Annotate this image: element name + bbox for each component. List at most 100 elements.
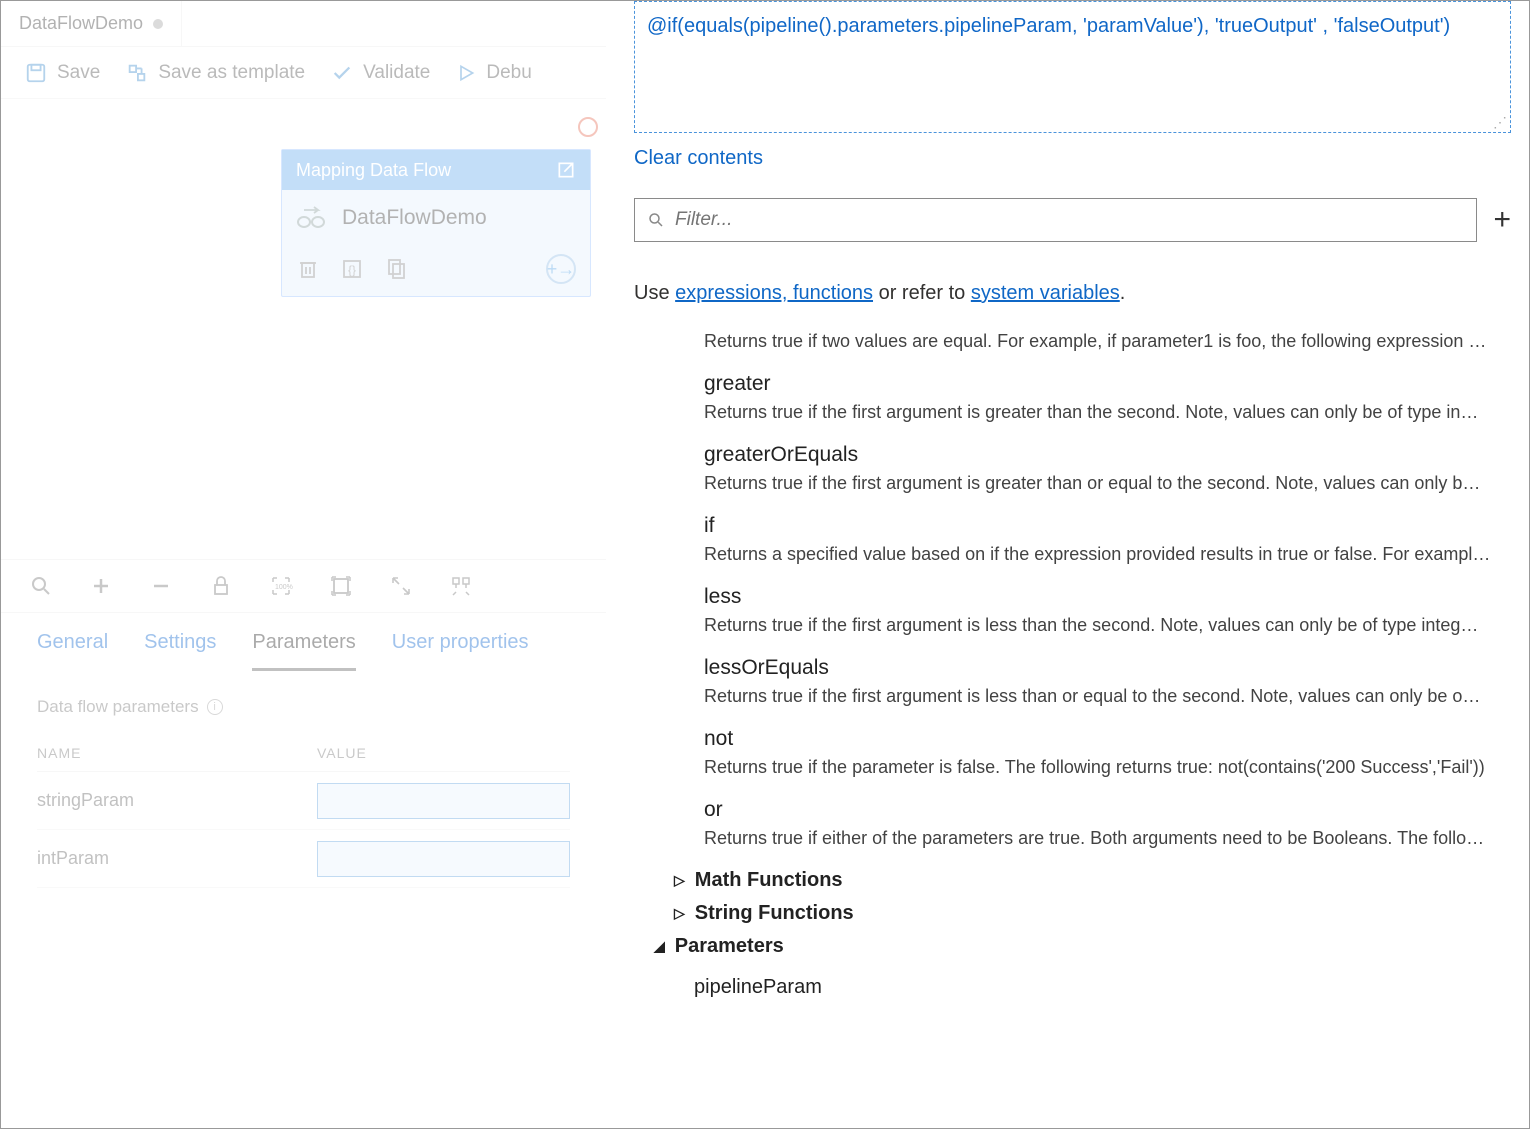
param-row: stringParam (37, 772, 570, 830)
param-name: intParam (37, 848, 317, 869)
info-icon[interactable]: i (207, 699, 223, 715)
add-button[interactable]: + (1493, 205, 1511, 235)
expressions-functions-link[interactable]: expressions, functions (675, 282, 873, 304)
system-variables-link[interactable]: system variables (971, 282, 1120, 304)
function-name: less (704, 585, 1511, 609)
function-list: Returns true if two values are equal. Fo… (634, 331, 1511, 999)
clear-contents-link[interactable]: Clear contents (634, 147, 763, 170)
lock-icon[interactable] (209, 574, 233, 598)
copy-icon[interactable] (384, 257, 408, 281)
activity-actions: {} +→ (296, 254, 576, 284)
activity-card[interactable]: Mapping Data Flow DataFlowDemo {} +→ (281, 149, 591, 297)
svg-text:{}: {} (348, 263, 356, 277)
function-desc: Returns true if the first argument is gr… (704, 402, 1511, 423)
function-name: lessOrEquals (704, 656, 1511, 680)
add-output-button[interactable]: +→ (546, 254, 576, 284)
error-indicator-icon (578, 117, 598, 137)
col-name: NAME (37, 745, 317, 761)
help-text: Use expressions, functions or refer to s… (634, 282, 1511, 305)
param-name: stringParam (37, 790, 317, 811)
activity-tabs: General Settings Parameters User propert… (1, 613, 606, 671)
dataflow-icon (296, 206, 326, 230)
function-item[interactable]: if Returns a specified value based on if … (704, 514, 1511, 565)
activity-body: DataFlowDemo {} +→ (282, 190, 590, 296)
save-template-button[interactable]: Save as template (126, 62, 305, 84)
validate-button[interactable]: Validate (331, 62, 430, 84)
autolayout-icon[interactable] (449, 574, 473, 598)
function-desc: Returns true if two values are equal. Fo… (704, 331, 1511, 352)
function-name: not (704, 727, 1511, 751)
pipeline-canvas[interactable]: Mapping Data Flow DataFlowDemo {} +→ (1, 99, 606, 559)
function-desc: Returns true if the first argument is le… (704, 615, 1511, 636)
category-string[interactable]: ▷String Functions (674, 902, 1511, 925)
col-value: VALUE (317, 745, 570, 761)
function-desc: Returns a specified value based on if th… (704, 544, 1511, 565)
function-desc: Returns true if the first argument is le… (704, 686, 1511, 707)
function-name: or (704, 798, 1511, 822)
parameters-section: Data flow parameters i NAME VALUE string… (1, 671, 606, 914)
code-icon[interactable]: {} (340, 257, 364, 281)
function-desc: Returns true if the first argument is gr… (704, 473, 1511, 494)
debug-label: Debu (486, 62, 531, 84)
param-pipelineparam[interactable]: pipelineParam (694, 976, 1511, 999)
function-desc: Returns true if either of the parameters… (704, 828, 1511, 849)
activity-name: DataFlowDemo (342, 206, 487, 230)
function-item[interactable]: not Returns true if the parameter is fals… (704, 727, 1511, 778)
tab-title: DataFlowDemo (19, 13, 143, 34)
fullscreen-icon[interactable] (389, 574, 413, 598)
expression-input[interactable]: @if(equals(pipeline().parameters.pipelin… (634, 1, 1511, 133)
debug-button[interactable]: Debu (456, 62, 531, 84)
pipeline-toolbar: Save Save as template Validate Debu (1, 47, 606, 99)
param-row: intParam (37, 830, 570, 888)
function-name: greaterOrEquals (704, 443, 1511, 467)
designer-pane: DataFlowDemo Save Save as template Valid… (1, 1, 606, 1128)
search-icon[interactable] (29, 574, 53, 598)
svg-text:100%: 100% (275, 584, 293, 591)
function-item[interactable]: greaterOrEquals Returns true if the first… (704, 443, 1511, 494)
function-name: greater (704, 372, 1511, 396)
tab-parameters[interactable]: Parameters (252, 631, 355, 671)
zoom-in-icon[interactable] (89, 574, 113, 598)
dirty-indicator-icon (153, 19, 163, 29)
parameters-title: Data flow parameters i (37, 697, 570, 717)
tab-strip: DataFlowDemo (1, 1, 606, 47)
play-icon (456, 63, 476, 83)
filter-box[interactable] (634, 198, 1477, 242)
save-template-label: Save as template (158, 62, 305, 84)
function-item[interactable]: greater Returns true if the first argumen… (704, 372, 1511, 423)
search-icon (647, 211, 665, 229)
activity-header: Mapping Data Flow (282, 150, 590, 190)
function-name: if (704, 514, 1511, 538)
chevron-right-icon: ▷ (674, 905, 685, 922)
category-parameters[interactable]: ◢Parameters (654, 935, 1511, 958)
open-external-icon[interactable] (556, 160, 576, 180)
validate-label: Validate (363, 62, 430, 84)
category-math[interactable]: ▷Math Functions (674, 869, 1511, 892)
function-item[interactable]: less Returns true if the first argument i… (704, 585, 1511, 636)
fit-screen-icon[interactable] (329, 574, 353, 598)
tab-settings[interactable]: Settings (144, 631, 216, 671)
tab-general[interactable]: General (37, 631, 108, 671)
tab-dataflowdemo[interactable]: DataFlowDemo (1, 1, 182, 46)
canvas-toolbar: 100% (1, 559, 606, 613)
delete-icon[interactable] (296, 257, 320, 281)
save-button[interactable]: Save (25, 62, 100, 84)
activity-type-label: Mapping Data Flow (296, 160, 451, 181)
template-icon (126, 62, 148, 84)
function-item[interactable]: or Returns true if either of the paramete… (704, 798, 1511, 849)
param-value-input[interactable] (317, 841, 570, 877)
save-label: Save (57, 62, 100, 84)
save-icon (25, 62, 47, 84)
chevron-down-icon: ◢ (654, 938, 665, 955)
filter-input[interactable] (675, 209, 1464, 231)
param-value-input[interactable] (317, 783, 570, 819)
chevron-right-icon: ▷ (674, 872, 685, 889)
zoom-out-icon[interactable] (149, 574, 173, 598)
reset-zoom-icon[interactable]: 100% (269, 574, 293, 598)
tab-user-properties[interactable]: User properties (392, 631, 529, 671)
function-desc: Returns true if the parameter is false. … (704, 757, 1511, 778)
params-header: NAME VALUE (37, 735, 570, 772)
check-icon (331, 62, 353, 84)
function-item[interactable]: lessOrEquals Returns true if the first ar… (704, 656, 1511, 707)
expression-builder-pane: @if(equals(pipeline().parameters.pipelin… (606, 1, 1529, 1128)
